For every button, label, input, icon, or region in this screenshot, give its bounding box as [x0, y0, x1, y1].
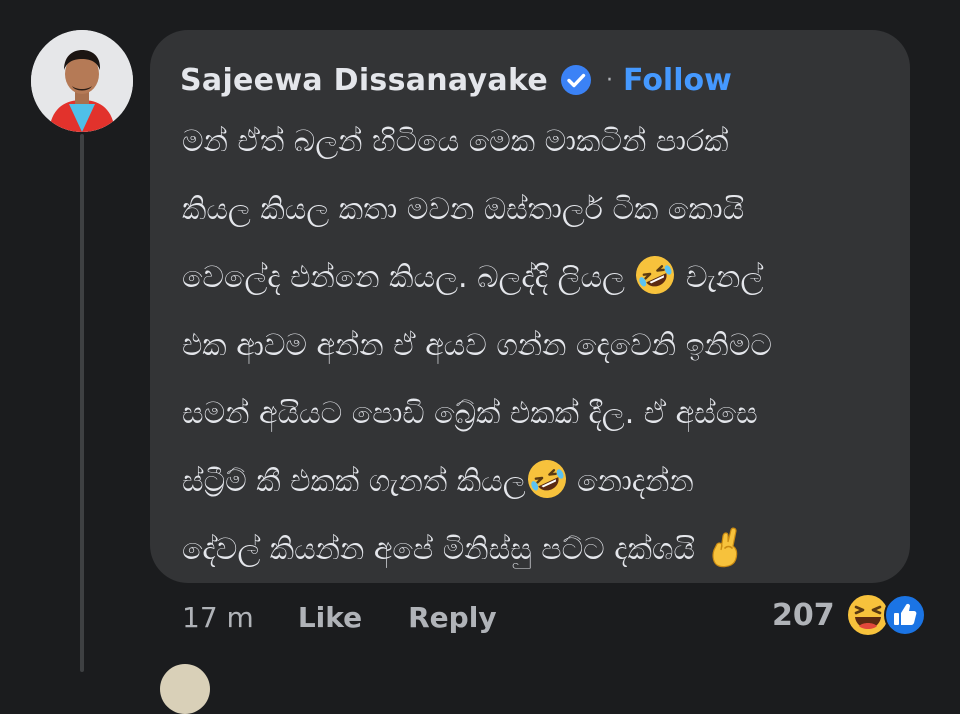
- rolling-on-floor-laughing-emoji-icon: [527, 460, 566, 498]
- comment-body: මන් ඒත් බලන් හිටියෙ මෙක මාකටින් පාරක් කි…: [182, 108, 882, 584]
- comment-line-with-emoji: ස්ට්‍රීම් කී එකක් ගැනත් කියල නොදන්න: [182, 448, 882, 516]
- author-name[interactable]: Sajeewa Dissanayake: [180, 63, 548, 98]
- comment-timestamp[interactable]: 17 m: [182, 601, 254, 634]
- comment-line-text: චැනල්: [686, 260, 764, 295]
- rolling-on-floor-laughing-emoji-icon: [636, 256, 675, 294]
- comment-header: Sajeewa Dissanayake · Follow: [180, 58, 732, 102]
- comment-line: කියල කියල කතා මවන ඔස්තාර්ල ටික කොයි: [182, 192, 745, 227]
- verified-badge-icon: [561, 65, 592, 95]
- comment-line-with-emoji: වෙලේද එන්නෙ කියල. බලද්දි ලියල චැනල්: [182, 244, 882, 312]
- author-avatar[interactable]: [31, 30, 133, 132]
- like-button[interactable]: Like: [298, 601, 362, 634]
- reply-button[interactable]: Reply: [408, 601, 496, 634]
- comment-line: මන් ඒත් බලන් හිටියෙ මෙක මාකටින් පාරක්: [182, 124, 729, 159]
- crossed-fingers-emoji-icon: [712, 527, 737, 568]
- comment-actions: 17 m Like Reply: [182, 596, 497, 638]
- separator-dot: ·: [606, 67, 614, 93]
- comment-line-text: නොදන්න: [577, 464, 694, 499]
- comment-line-text: ස්ට්‍රීම් කී එකක් ගැනත් කියල: [182, 464, 526, 499]
- reaction-count: 207: [772, 597, 835, 633]
- reaction-summary[interactable]: 207: [772, 592, 933, 638]
- thread-line: [80, 134, 84, 672]
- comment-line: සමන් අයියට පොඩි බ්‍රේක් එකක් දීල. ඒ අස්ස…: [182, 396, 758, 431]
- comment-line: එක ආවම අන්න ඒ අයව ගන්න දෙවෙනි ඉනිමට: [182, 328, 772, 363]
- comment-line-text: වෙලේද එන්නෙ කියල. බලද්දි ලියල: [182, 260, 625, 295]
- like-thumb-icon: [883, 594, 926, 636]
- follow-button[interactable]: Follow: [623, 63, 732, 98]
- comment-line-with-emoji: දේවල් කියන්න අපේ මිනිස්සු පට්ට දක්ශයි: [182, 516, 882, 584]
- comment-line-text: දේවල් කියන්න අපේ මිනිස්සු පට්ට දක්ශයි: [182, 532, 695, 567]
- reaction-icons: [845, 592, 933, 638]
